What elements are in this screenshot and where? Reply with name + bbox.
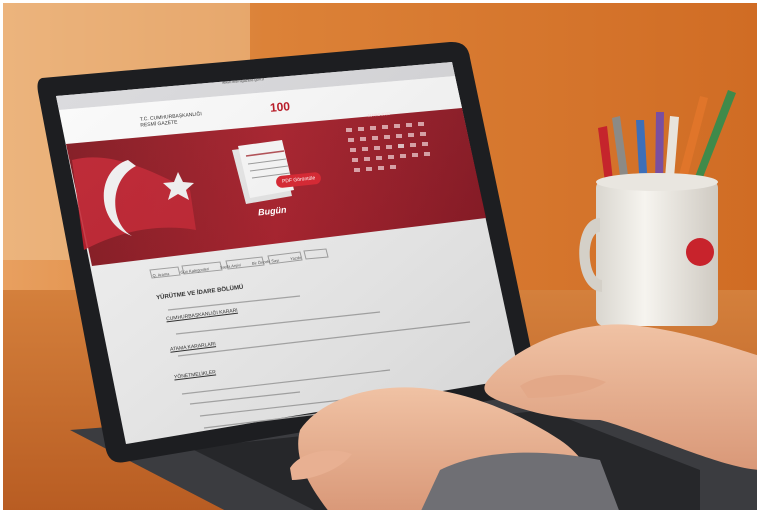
laptop-screen [56, 62, 520, 444]
photo: www.resmigazete.gov.tr T.C. CUMHURBAŞKAN… [0, 0, 760, 513]
mug-emblem [686, 238, 714, 266]
mug-rim [596, 173, 718, 191]
screen-glare [56, 62, 520, 444]
anniversary-badge: 100 [269, 99, 291, 115]
photo-scene [0, 0, 760, 513]
